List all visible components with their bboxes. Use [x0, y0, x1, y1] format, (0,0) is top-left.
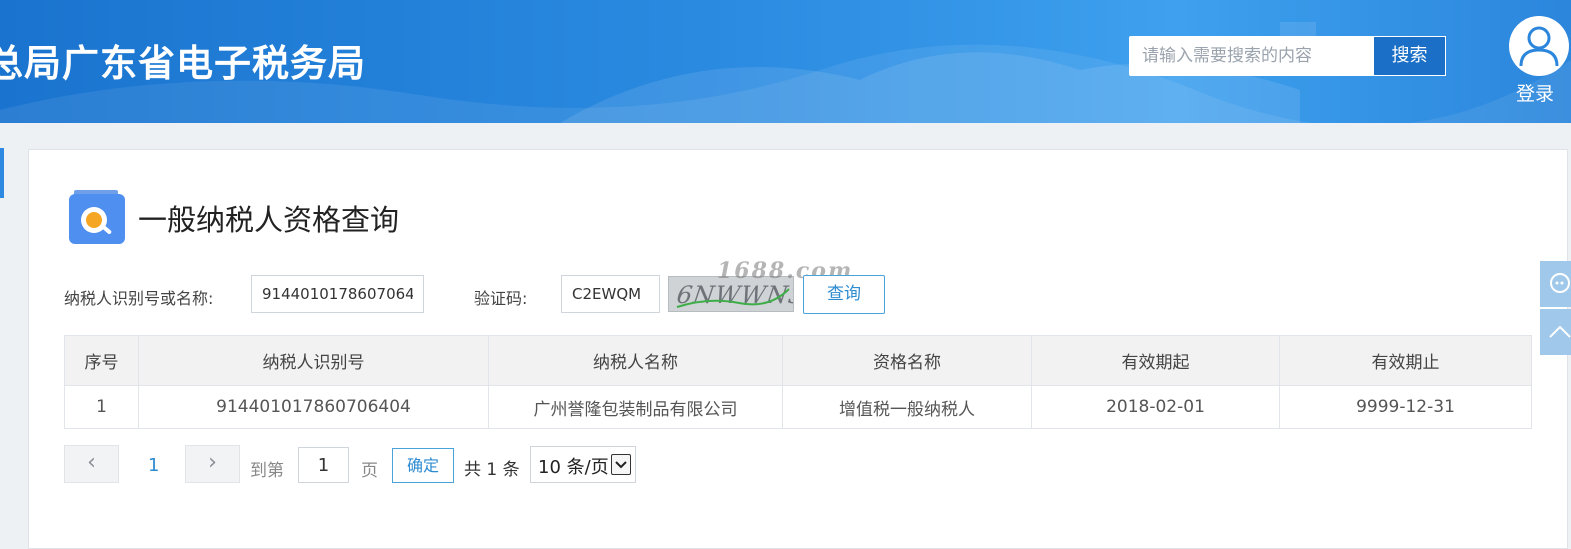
page-suffix: 页 — [361, 461, 378, 481]
page-size-select[interactable]: 10 条/页 — [530, 446, 636, 483]
goto-confirm-button[interactable]: 确定 — [392, 448, 454, 483]
col-header-qualification: 资格名称 — [782, 335, 1032, 386]
goto-label: 到第 — [250, 461, 284, 481]
avatar[interactable] — [1509, 16, 1569, 76]
chat-tool-button[interactable] — [1540, 261, 1571, 307]
left-nav-edge — [0, 148, 4, 198]
next-page-button[interactable]: › — [185, 445, 240, 483]
search-document-icon — [69, 190, 125, 244]
top-header: 总局广东省电子税务局 搜索 登录 — [0, 0, 1571, 123]
user-icon — [1519, 26, 1559, 67]
cell-taxpayer-name: 广州誉隆包装制品有限公司 — [488, 385, 783, 429]
taxpayer-label: 纳税人识别号或名称: — [64, 289, 214, 308]
back-to-top-icon — [1549, 325, 1571, 338]
table-row: 1 914401017860706404 广州誉隆包装制品有限公司 增值税一般纳… — [64, 385, 1532, 429]
page-title: 一般纳税人资格查询 — [138, 203, 400, 237]
col-header-valid-from: 有效期起 — [1031, 335, 1280, 386]
col-header-index: 序号 — [64, 335, 139, 386]
query-button[interactable]: 查询 — [803, 275, 885, 314]
taxpayer-id-input[interactable] — [251, 275, 424, 313]
site-title: 总局广东省电子税务局 — [0, 42, 366, 85]
search-input[interactable] — [1130, 37, 1373, 75]
col-header-taxpayer-id: 纳税人识别号 — [138, 335, 489, 386]
prev-page-button[interactable]: ‹ — [64, 445, 119, 483]
cell-index: 1 — [64, 385, 139, 429]
current-page[interactable]: 1 — [148, 455, 159, 476]
dropdown-arrow-icon — [611, 454, 631, 475]
result-table: 序号 纳税人识别号 纳税人名称 资格名称 有效期起 有效期止 1 9144010… — [64, 335, 1532, 429]
login-link[interactable]: 登录 — [1516, 79, 1554, 106]
header-search: 搜索 — [1129, 36, 1446, 76]
table-header-row: 序号 纳税人识别号 纳税人名称 资格名称 有效期起 有效期止 — [64, 335, 1532, 386]
back-to-top-button[interactable] — [1540, 309, 1571, 355]
search-button[interactable]: 搜索 — [1373, 36, 1446, 76]
captcha-input[interactable] — [561, 275, 660, 313]
cell-valid-to: 9999-12-31 — [1279, 385, 1532, 429]
page-size-value: 10 条/页 — [538, 457, 609, 478]
chevron-right-icon: › — [208, 450, 217, 475]
captcha-label: 验证码: — [474, 289, 528, 308]
chat-icon — [1550, 273, 1570, 293]
col-header-valid-to: 有效期止 — [1279, 335, 1532, 386]
chevron-left-icon: ‹ — [87, 450, 96, 475]
cell-taxpayer-id: 914401017860706404 — [138, 385, 489, 429]
total-count: 共 1 条 — [464, 460, 520, 480]
cell-qualification: 增值税一般纳税人 — [782, 385, 1032, 429]
cell-valid-from: 2018-02-01 — [1031, 385, 1280, 429]
col-header-taxpayer-name: 纳税人名称 — [488, 335, 783, 386]
goto-page-input[interactable] — [298, 447, 349, 483]
